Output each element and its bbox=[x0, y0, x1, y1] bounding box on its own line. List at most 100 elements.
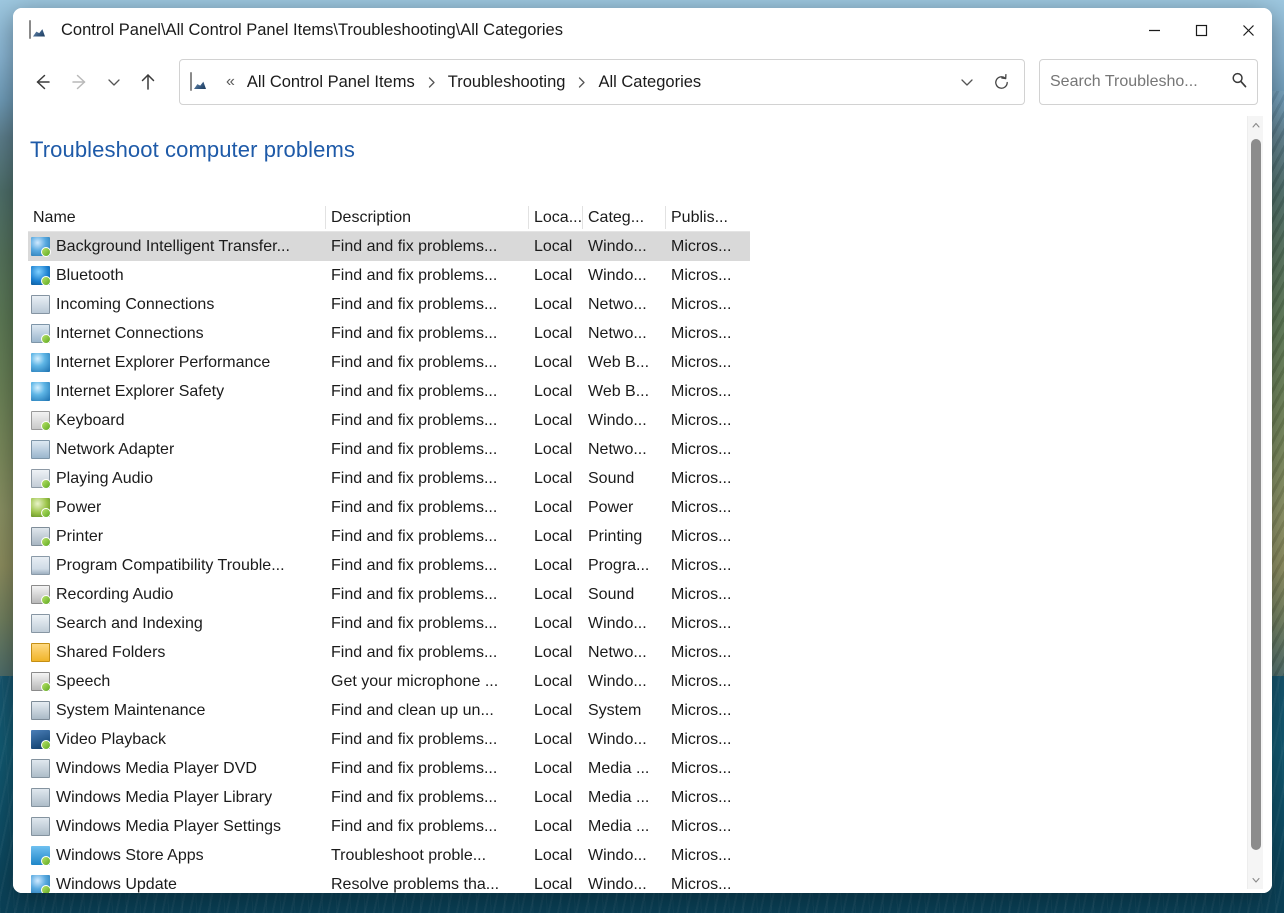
table-row[interactable]: Background Intelligent Transfer...Find a… bbox=[28, 232, 750, 261]
minimize-button[interactable] bbox=[1131, 8, 1178, 53]
table-row[interactable]: Windows UpdateResolve problems tha...Loc… bbox=[28, 870, 750, 893]
table-row[interactable]: Search and IndexingFind and fix problems… bbox=[28, 609, 750, 638]
cell-category: Windo... bbox=[583, 841, 666, 870]
cell-description: Find and fix problems... bbox=[326, 348, 529, 377]
cell-publisher: Micros... bbox=[666, 609, 750, 638]
cell-category: Media ... bbox=[583, 812, 666, 841]
table-row[interactable]: Incoming ConnectionsFind and fix problem… bbox=[28, 290, 750, 319]
breadcrumb-separator[interactable] bbox=[571, 76, 592, 89]
cell-category: Windo... bbox=[583, 406, 666, 435]
cell-publisher: Micros... bbox=[666, 435, 750, 464]
cell-description: Find and fix problems... bbox=[326, 435, 529, 464]
breadcrumb-all-categories[interactable]: All Categories bbox=[592, 69, 707, 96]
network-adapter-icon bbox=[31, 440, 50, 459]
breadcrumb-separator[interactable] bbox=[421, 76, 442, 89]
table-row[interactable]: SpeechGet your microphone ...LocalWindo.… bbox=[28, 667, 750, 696]
cell-location: Local bbox=[529, 435, 583, 464]
scroll-down-arrow-icon[interactable] bbox=[1248, 872, 1264, 888]
troubleshoot-badge-icon bbox=[41, 595, 51, 605]
cell-name: Program Compatibility Trouble... bbox=[28, 551, 326, 580]
table-row[interactable]: Video PlaybackFind and fix problems...Lo… bbox=[28, 725, 750, 754]
table-row[interactable]: PrinterFind and fix problems...LocalPrin… bbox=[28, 522, 750, 551]
address-bar[interactable]: « All Control Panel Items Troubleshootin… bbox=[179, 59, 1025, 105]
cell-location: Local bbox=[529, 261, 583, 290]
column-header-category[interactable]: Categ... bbox=[583, 206, 666, 229]
table-row[interactable]: Playing AudioFind and fix problems...Loc… bbox=[28, 464, 750, 493]
cell-location: Local bbox=[529, 348, 583, 377]
vertical-scrollbar[interactable] bbox=[1247, 116, 1263, 889]
cell-location: Local bbox=[529, 464, 583, 493]
cell-description: Find and fix problems... bbox=[326, 580, 529, 609]
playing-audio-icon bbox=[31, 469, 50, 488]
cell-category: System bbox=[583, 696, 666, 725]
breadcrumb-troubleshooting[interactable]: Troubleshooting bbox=[442, 69, 572, 96]
maximize-button[interactable] bbox=[1178, 8, 1225, 53]
address-control-panel-icon bbox=[190, 73, 212, 91]
cell-name: Windows Store Apps bbox=[28, 841, 326, 870]
scrollbar-thumb[interactable] bbox=[1251, 139, 1261, 850]
system-maintenance-icon bbox=[31, 701, 50, 720]
refresh-button[interactable] bbox=[984, 65, 1018, 99]
row-name-label: Internet Explorer Performance bbox=[56, 348, 270, 377]
troubleshoot-badge-icon bbox=[41, 537, 51, 547]
scroll-up-arrow-icon[interactable] bbox=[1248, 117, 1264, 133]
column-header-publisher[interactable]: Publis... bbox=[666, 206, 750, 229]
cell-publisher: Micros... bbox=[666, 725, 750, 754]
cell-location: Local bbox=[529, 580, 583, 609]
cell-publisher: Micros... bbox=[666, 522, 750, 551]
cell-category: Media ... bbox=[583, 754, 666, 783]
cell-description: Find and fix problems... bbox=[326, 522, 529, 551]
cell-description: Find and fix problems... bbox=[326, 406, 529, 435]
table-row[interactable]: Windows Media Player LibraryFind and fix… bbox=[28, 783, 750, 812]
breadcrumb-overflow[interactable]: « bbox=[220, 73, 241, 91]
table-row[interactable]: Windows Media Player DVDFind and fix pro… bbox=[28, 754, 750, 783]
troubleshoot-badge-icon bbox=[41, 479, 51, 489]
column-header-location[interactable]: Loca... bbox=[529, 206, 583, 229]
close-icon bbox=[1241, 23, 1256, 38]
cell-name: Bluetooth bbox=[28, 261, 326, 290]
row-name-label: Playing Audio bbox=[56, 464, 153, 493]
table-row[interactable]: Shared FoldersFind and fix problems...Lo… bbox=[28, 638, 750, 667]
power-icon bbox=[31, 498, 50, 517]
minimize-icon bbox=[1147, 23, 1162, 38]
search-box[interactable] bbox=[1039, 59, 1258, 105]
table-row[interactable]: Windows Store AppsTroubleshoot proble...… bbox=[28, 841, 750, 870]
cell-category: Netwo... bbox=[583, 435, 666, 464]
up-button[interactable] bbox=[129, 63, 167, 101]
cell-category: Netwo... bbox=[583, 638, 666, 667]
table-row[interactable]: PowerFind and fix problems...LocalPowerM… bbox=[28, 493, 750, 522]
forward-button[interactable] bbox=[61, 63, 99, 101]
troubleshoot-badge-icon bbox=[41, 682, 51, 692]
cell-description: Find and fix problems... bbox=[326, 319, 529, 348]
table-row[interactable]: Network AdapterFind and fix problems...L… bbox=[28, 435, 750, 464]
cell-location: Local bbox=[529, 406, 583, 435]
close-button[interactable] bbox=[1225, 8, 1272, 53]
breadcrumb-all-control-panel-items[interactable]: All Control Panel Items bbox=[241, 69, 421, 96]
cell-location: Local bbox=[529, 319, 583, 348]
table-row[interactable]: Windows Media Player SettingsFind and fi… bbox=[28, 812, 750, 841]
table-row[interactable]: Internet Explorer Performance Find and fi… bbox=[28, 348, 750, 377]
windows-store-icon bbox=[31, 846, 50, 865]
recent-locations-button[interactable] bbox=[99, 63, 129, 101]
cell-description: Find and fix problems... bbox=[326, 551, 529, 580]
cell-location: Local bbox=[529, 290, 583, 319]
column-header-description[interactable]: Description bbox=[326, 206, 529, 229]
table-row[interactable]: System MaintenanceFind and clean up un..… bbox=[28, 696, 750, 725]
cell-publisher: Micros... bbox=[666, 290, 750, 319]
column-header-name[interactable]: Name bbox=[28, 206, 326, 229]
previous-locations-button[interactable] bbox=[950, 65, 984, 99]
cell-description: Find and fix problems... bbox=[326, 754, 529, 783]
troubleshooters-list[interactable]: Name Description Loca... Categ... Publis… bbox=[28, 204, 750, 893]
search-input[interactable] bbox=[1050, 73, 1229, 91]
table-row[interactable]: KeyboardFind and fix problems...LocalWin… bbox=[28, 406, 750, 435]
back-button[interactable] bbox=[23, 63, 61, 101]
table-row[interactable]: Internet ConnectionsFind and fix problem… bbox=[28, 319, 750, 348]
cell-name: Windows Media Player Library bbox=[28, 783, 326, 812]
search-icon[interactable] bbox=[1229, 70, 1249, 95]
table-row[interactable]: Recording AudioFind and fix problems...L… bbox=[28, 580, 750, 609]
table-row[interactable]: BluetoothFind and fix problems...LocalWi… bbox=[28, 261, 750, 290]
cell-name: Windows Media Player Settings bbox=[28, 812, 326, 841]
table-row[interactable]: Program Compatibility Trouble...Find and… bbox=[28, 551, 750, 580]
title-bar[interactable]: Control Panel\All Control Panel Items\Tr… bbox=[13, 8, 1272, 53]
table-row[interactable]: Internet Explorer SafetyFind and fix pro… bbox=[28, 377, 750, 406]
